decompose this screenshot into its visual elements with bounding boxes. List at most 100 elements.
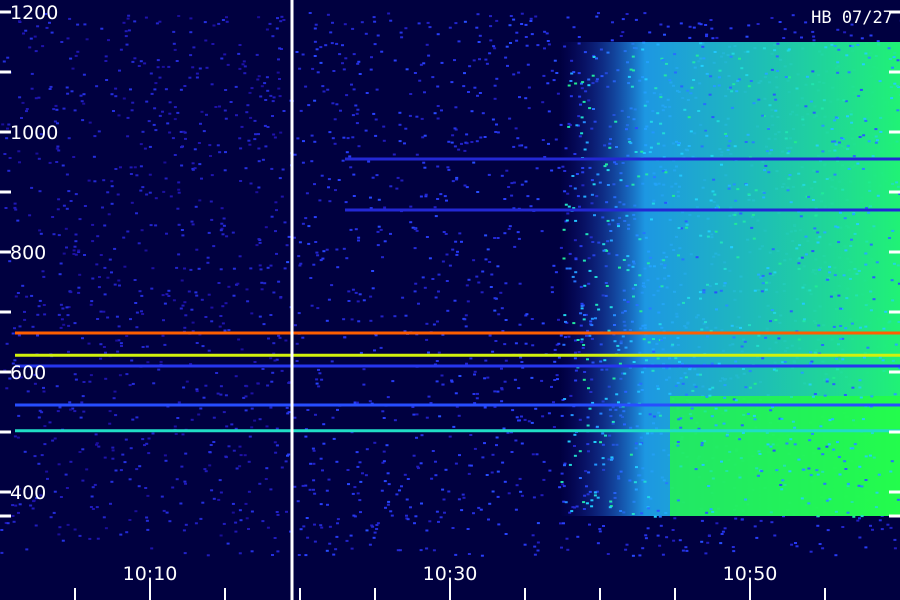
event-speck	[679, 174, 683, 177]
noise-speck	[454, 240, 458, 243]
event-speck	[683, 108, 687, 111]
noise-speck	[223, 329, 227, 332]
noise-speck	[438, 415, 442, 418]
noise-speck	[283, 267, 287, 270]
noise-speck	[121, 453, 125, 456]
noise-speck	[82, 73, 86, 76]
event-speck	[764, 72, 768, 75]
event-speck	[652, 350, 656, 353]
noise-speck	[451, 134, 455, 137]
noise-speck	[446, 309, 450, 312]
noise-speck	[398, 489, 401, 492]
event-speck	[801, 468, 805, 471]
noise-speck	[203, 468, 207, 471]
event-speck	[647, 496, 651, 499]
noise-speck	[101, 206, 104, 209]
noise-speck	[731, 546, 735, 548]
noise-speck	[540, 494, 544, 497]
event-speck	[691, 389, 695, 392]
event-speck	[595, 57, 598, 60]
noise-speck	[57, 149, 61, 152]
event-speck	[833, 149, 837, 152]
noise-speck	[365, 529, 369, 532]
noise-speck	[704, 552, 708, 555]
noise-speck	[8, 157, 12, 159]
noise-speck	[265, 467, 269, 470]
noise-speck	[224, 151, 227, 154]
noise-speck	[342, 136, 346, 139]
noise-speck	[336, 266, 340, 269]
noise-speck	[351, 136, 355, 139]
noise-speck	[512, 73, 516, 76]
event-speck	[658, 323, 662, 326]
noise-speck	[306, 536, 310, 539]
event-speck	[631, 265, 635, 268]
noise-speck	[302, 525, 306, 528]
noise-speck	[441, 383, 445, 386]
noise-speck	[595, 15, 599, 18]
noise-speck	[298, 241, 302, 244]
event-speck	[809, 362, 812, 365]
noise-speck	[431, 76, 435, 79]
noise-speck	[144, 487, 148, 489]
noise-speck	[189, 17, 193, 20]
noise-speck	[68, 17, 72, 20]
event-speck	[864, 325, 868, 328]
noise-speck	[398, 123, 402, 126]
noise-speck	[249, 116, 253, 119]
noise-speck	[475, 140, 479, 143]
noise-speck	[51, 439, 55, 442]
event-speck	[676, 441, 680, 443]
noise-speck	[382, 139, 386, 142]
noise-speck	[276, 513, 280, 516]
event-speck	[626, 300, 630, 303]
noise-speck	[173, 118, 177, 121]
noise-speck	[201, 501, 205, 504]
event-speck	[621, 335, 625, 338]
noise-speck	[249, 182, 253, 185]
noise-speck	[141, 186, 145, 189]
noise-speck	[11, 514, 15, 517]
event-speck	[645, 173, 649, 176]
event-speck	[861, 167, 865, 170]
noise-speck	[287, 453, 291, 456]
noise-speck	[151, 267, 155, 270]
event-speck	[591, 74, 595, 77]
event-speck	[740, 67, 744, 70]
noise-speck	[141, 313, 145, 315]
event-speck	[723, 396, 727, 399]
noise-speck	[245, 385, 249, 388]
event-speck	[864, 304, 868, 307]
noise-speck	[146, 494, 150, 497]
noise-speck	[476, 13, 480, 16]
event-speck	[694, 198, 698, 201]
event-speck	[738, 57, 741, 60]
event-speck	[867, 140, 871, 143]
event-speck	[861, 63, 865, 66]
event-speck	[634, 151, 638, 153]
noise-speck	[553, 59, 557, 62]
noise-speck	[362, 299, 366, 302]
event-speck	[609, 500, 613, 503]
event-speck	[725, 470, 729, 472]
noise-speck	[33, 35, 37, 38]
event-speck	[874, 128, 878, 131]
noise-speck	[207, 293, 211, 296]
noise-speck	[111, 457, 115, 460]
noise-speck	[74, 193, 78, 196]
noise-speck	[473, 447, 477, 450]
noise-speck	[255, 244, 259, 247]
noise-speck	[16, 436, 20, 439]
noise-speck	[880, 528, 884, 531]
event-speck	[875, 139, 879, 142]
noise-speck	[510, 182, 514, 185]
noise-speck	[174, 433, 178, 435]
noise-speck	[183, 267, 186, 270]
noise-speck	[316, 254, 320, 257]
noise-speck	[734, 517, 738, 520]
noise-speck	[533, 553, 537, 556]
noise-speck	[481, 112, 485, 115]
noise-speck	[296, 500, 300, 503]
noise-speck	[351, 114, 355, 117]
noise-speck	[487, 173, 491, 176]
